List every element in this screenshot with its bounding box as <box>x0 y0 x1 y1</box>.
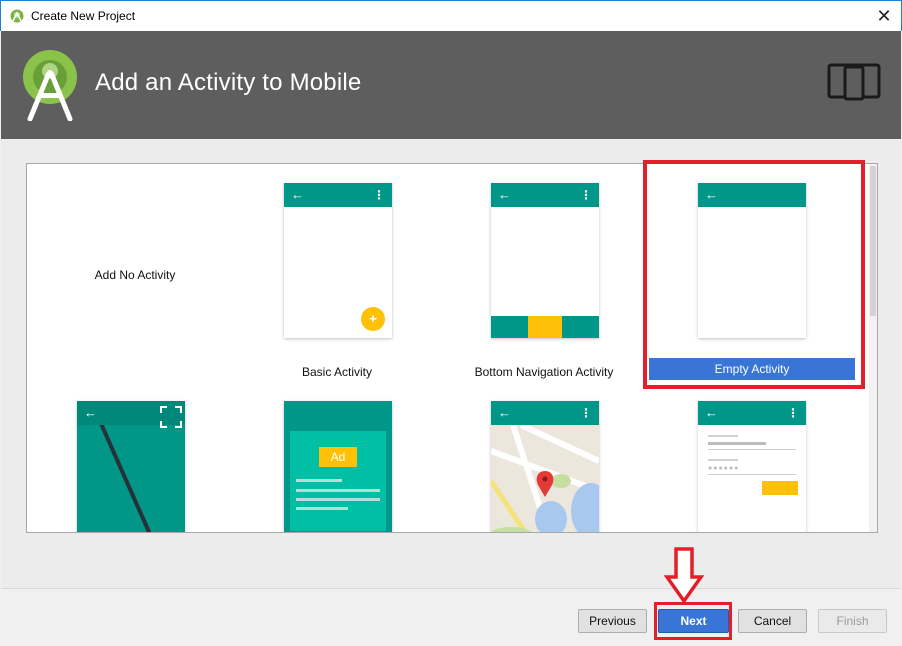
cancel-button[interactable]: Cancel <box>738 609 807 633</box>
overflow-menu-icon: ⋮ <box>787 406 799 420</box>
tile-label: Basic Activity <box>301 365 373 379</box>
tile-bottom-navigation-activity[interactable]: ← ⋮ Bottom Navigation Activity <box>436 164 652 384</box>
overflow-menu-icon: ⋮ <box>580 406 592 420</box>
app-bar: ← ⋮ <box>491 183 599 207</box>
tile-login-activity[interactable]: ← ⋮ ●●●●●● <box>643 394 859 532</box>
fab-plus-icon: + <box>361 307 385 331</box>
window-title: Create New Project <box>31 9 136 23</box>
tile-ad-activity[interactable]: Ad <box>229 394 445 532</box>
activity-thumbnail: ← ⋮ ●●●●●● <box>698 401 806 532</box>
tile-maps-activity[interactable]: ← ⋮ <box>436 394 652 532</box>
tile-fullscreen-activity[interactable]: ← <box>27 394 243 532</box>
gallery-scrollbar[interactable] <box>869 164 877 532</box>
wizard-footer: Previous Next Cancel Finish <box>1 588 901 646</box>
wizard-header: Add an Activity to Mobile <box>1 31 901 139</box>
bottom-nav-bar <box>491 316 599 338</box>
annotation-next-frame <box>654 602 732 640</box>
tile-basic-activity[interactable]: ← ⋮ + Basic Activity <box>229 164 445 384</box>
activity-thumbnail: ← <box>77 401 185 532</box>
android-studio-logo-icon <box>23 50 77 121</box>
tile-label: Add No Activity <box>94 268 176 282</box>
activity-thumbnail: ← ⋮ <box>491 401 599 532</box>
previous-button[interactable]: Previous <box>578 609 647 633</box>
activity-thumbnail: ← ⋮ <box>491 183 599 338</box>
back-arrow-icon: ← <box>291 187 304 202</box>
tile-label: Bottom Navigation Activity <box>474 365 614 379</box>
activity-thumbnail: Ad <box>284 401 392 532</box>
annotation-down-arrow-icon <box>664 547 704 603</box>
app-bar: ← ⋮ <box>698 401 806 425</box>
back-arrow-icon: ← <box>498 187 511 202</box>
ad-badge: Ad <box>319 447 357 467</box>
back-arrow-icon: ← <box>498 405 511 420</box>
activity-thumbnail: ← ⋮ + <box>284 183 392 338</box>
back-arrow-icon: ← <box>84 405 97 420</box>
android-studio-app-icon <box>10 9 24 23</box>
tile-add-no-activity[interactable]: Add No Activity <box>27 164 243 384</box>
annotation-highlight-frame <box>643 160 865 389</box>
finish-button: Finish <box>818 609 887 633</box>
title-bar: Create New Project ✕ <box>0 0 902 31</box>
phone-tablet-icon <box>827 63 881 101</box>
back-arrow-icon: ← <box>705 405 718 420</box>
overflow-menu-icon: ⋮ <box>580 188 592 202</box>
close-icon[interactable]: ✕ <box>867 1 901 31</box>
page-title: Add an Activity to Mobile <box>95 69 362 96</box>
ad-card: Ad <box>290 431 386 531</box>
app-bar: ← ⋮ <box>284 183 392 207</box>
overflow-menu-icon: ⋮ <box>373 188 385 202</box>
